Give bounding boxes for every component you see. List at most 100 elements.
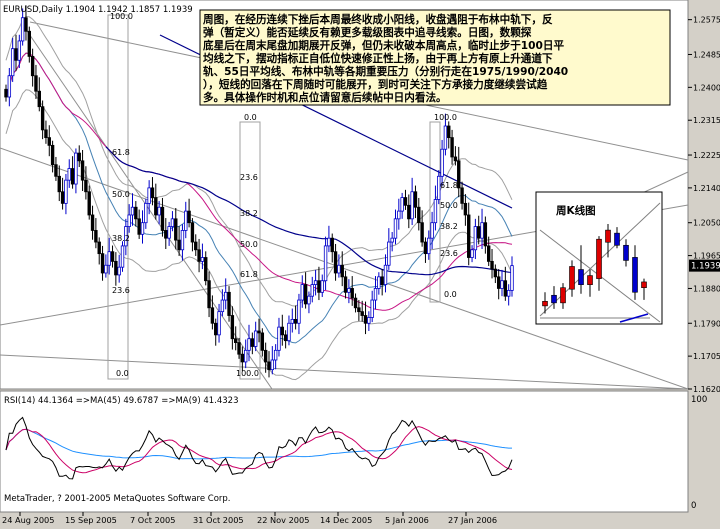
weekly-candle-body [632,257,638,293]
candle-body [420,222,424,243]
candle-body [214,322,218,336]
candle-body [293,318,298,324]
candle-body [157,206,161,216]
fib1-618-label: 61.8 [112,148,130,157]
candle-body [117,266,121,276]
weekly-candle-body [641,281,647,288]
candle-body [260,332,265,351]
candle-body [194,241,198,251]
candle-body [60,191,65,204]
candle-body [413,191,418,208]
price-tick-label: 1.2400 [693,83,720,92]
candle-body [427,237,431,255]
price-tick-label: 1.1965 [693,252,720,261]
rsi-scale-0: 0 [691,501,696,511]
candle-body [450,137,454,158]
candle-body [224,291,228,301]
candle-body [177,239,181,251]
candle-body [343,276,348,293]
candle-body [460,187,464,204]
candle-body [480,222,484,239]
candle-body [233,338,238,343]
price-tick-label: 1.2050 [693,219,720,228]
fib1-00-label: 0.0 [116,369,129,378]
candle-body [90,214,95,231]
candle-body [410,191,414,220]
candle-body [493,268,498,278]
annotation-box[interactable]: 周图，在经历连续下挫后本周最终收成小阳线，收盘遇阻于布林中轨下，反 弹（暂定义）… [199,9,671,106]
candle-body [330,237,334,253]
candle-body [310,284,314,297]
weekly-inset[interactable]: 周K线图 [535,191,663,325]
candle-body [337,264,341,274]
weekly-candle-body [605,229,611,243]
candle-body [327,237,331,247]
candle-body [453,156,458,162]
weekly-candle-body [551,294,557,304]
candle-body [204,257,208,282]
candle-body [137,218,141,235]
candle[interactable] [120,241,125,272]
candle-body [433,199,438,224]
candle-body [283,334,288,342]
fib3-100-label: 100.0 [434,113,457,122]
candle-body [280,326,285,336]
candle-body [37,90,41,108]
candle-body [154,197,158,216]
candle-body [207,280,211,309]
candle-body [400,197,404,212]
candle-body [287,322,291,342]
candle-body [313,280,318,285]
candle-body [407,204,411,220]
weekly-candle-body [569,266,575,290]
candle-body [30,56,35,77]
candle-body [150,187,155,198]
candle-body [357,307,361,313]
candle-body [147,187,151,204]
weekly-candle-body [560,287,566,304]
candle-body [383,264,388,285]
time-tick-label: 7 Oct 2005 [130,515,175,525]
candle-body [263,349,268,363]
candle-body [247,338,251,351]
time-tick-label: 14 Dec 2005 [320,515,372,525]
candle-body [270,359,275,371]
fib3-382-label: 38.2 [440,222,458,231]
candle-body [350,288,354,299]
candle-body [506,289,511,297]
price-tick-label: 1.2575 [693,16,720,25]
time-tick-label: 5 Jan 2006 [385,515,429,525]
fib2-382-label: 38.2 [240,209,258,218]
candle-body [180,230,185,251]
weekly-candle-body [623,244,629,261]
candle-body [267,361,271,371]
candle-body [27,30,32,57]
chart-canvas[interactable]: 100.0 61.8 50.0 38.2 23.6 0.0 0.0 23.6 3… [0,0,720,525]
candle-body [500,280,504,289]
candle-body [367,317,371,324]
time-tick-label: 27 Jan 2006 [448,515,497,525]
candle-body [397,210,401,220]
annotation-line-1: 周图，在经历连续下挫后本周最终收成小阳线，收盘遇阻于布林中轨下，反 [203,13,553,26]
candle-body [54,164,58,177]
weekly-candle-body [614,232,620,246]
candle-body [184,210,188,231]
candle-body [363,315,368,324]
candle-body [307,295,311,305]
copyright-text: MetaTrader, ? 2001-2005 MetaQuotes Softw… [4,494,231,504]
candle-body [50,144,55,166]
candle-body [77,152,81,162]
time-axis[interactable]: 24 Aug 2005 15 Sep 2005 7 Oct 2005 31 Oct 2… [2,512,497,525]
price-tick-label: 1.2225 [693,151,720,160]
candle-body [440,148,444,177]
candle-body [227,291,231,316]
candle-body [197,249,201,262]
time-tick-label: 31 Oct 2005 [193,515,244,525]
weekly-candle-body [587,275,593,285]
candle-body [463,202,468,216]
candle-body [370,299,374,318]
fib3-236-label: 23.6 [440,249,458,258]
candle-body [217,311,221,336]
weekly-candle-body [578,269,584,285]
candle-body [290,318,294,324]
